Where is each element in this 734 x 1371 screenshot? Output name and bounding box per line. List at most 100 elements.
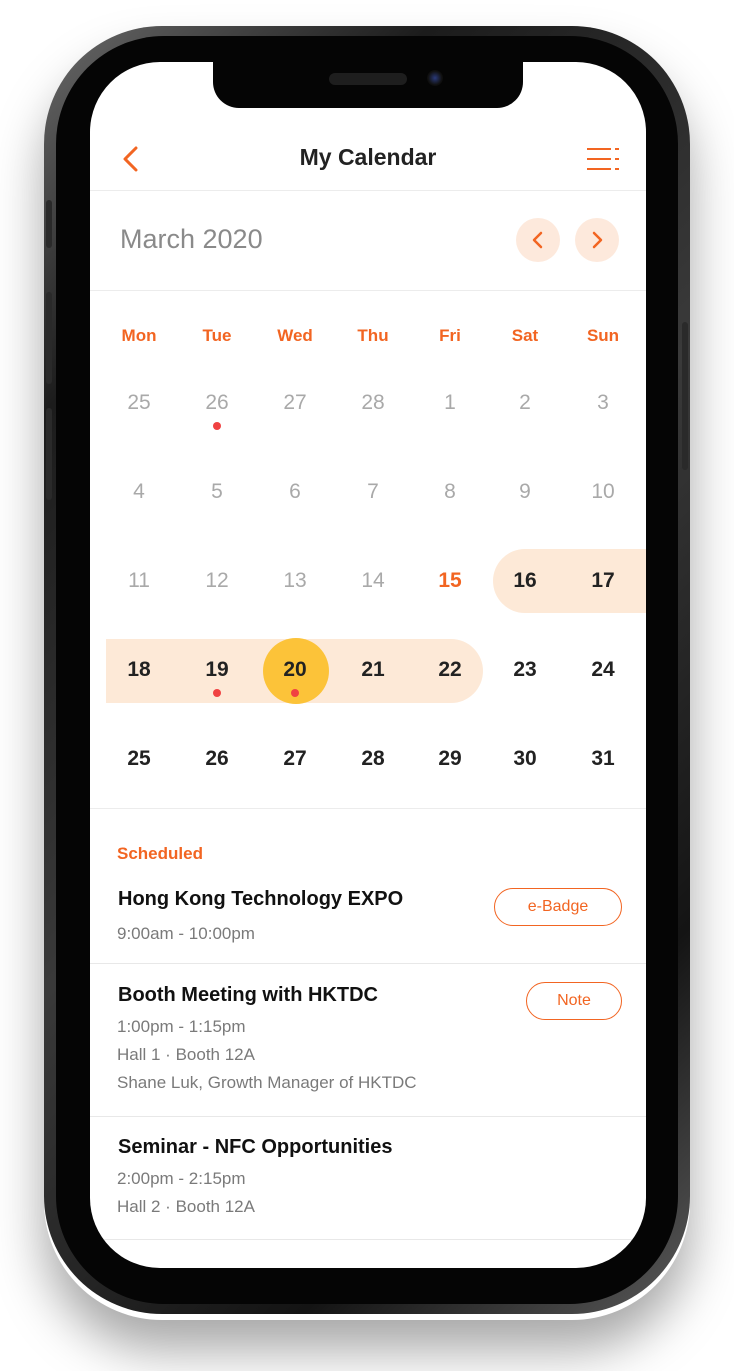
calendar-day[interactable]: 25	[111, 374, 167, 434]
volume-up-button	[46, 292, 52, 384]
day-number: 25	[127, 747, 151, 770]
speaker-grille	[329, 73, 407, 85]
calendar-day-selected[interactable]: 22	[422, 641, 478, 701]
event-separator	[90, 963, 646, 964]
day-number: 28	[361, 747, 385, 770]
day-number: 14	[361, 569, 385, 592]
volume-down-button	[46, 408, 52, 500]
weekday-label: Wed	[277, 326, 313, 345]
calendar-day[interactable]: 5	[189, 463, 245, 523]
calendar-day[interactable]: 6	[267, 463, 323, 523]
event-separator	[90, 1116, 646, 1117]
event-item[interactable]: Booth Meeting with HKTDC 1:00pm - 1:15pm…	[90, 974, 646, 1116]
day-number: 25	[127, 391, 151, 414]
calendar-day[interactable]: 24	[575, 641, 631, 701]
month-navigation: March 2020	[90, 192, 646, 291]
calendar-day[interactable]: 26	[189, 374, 245, 434]
event-dot	[213, 689, 221, 697]
day-number: 29	[438, 747, 462, 770]
month-label: March 2020	[120, 224, 263, 254]
day-number: 6	[289, 480, 301, 503]
list-menu-icon[interactable]	[586, 146, 620, 172]
app-screen: My Calendar March 2020 Mon Tue Wed Thu F…	[90, 62, 646, 1268]
note-button[interactable]: Note	[526, 982, 622, 1020]
event-location: Hall 2 · Booth 12A	[117, 1197, 255, 1216]
day-number: 21	[361, 658, 385, 681]
front-camera	[427, 70, 443, 86]
day-number: 26	[205, 747, 229, 770]
day-number: 19	[205, 658, 229, 681]
calendar-day[interactable]: 29	[422, 730, 478, 790]
event-title: Hong Kong Technology EXPO	[118, 888, 404, 910]
day-number: 15	[438, 569, 462, 592]
notch	[213, 62, 523, 108]
calendar-day[interactable]: 25	[111, 730, 167, 790]
calendar-day[interactable]: 8	[422, 463, 478, 523]
day-number: 9	[519, 480, 531, 503]
top-bar: My Calendar	[90, 132, 646, 191]
calendar-day[interactable]: 1	[422, 374, 478, 434]
calendar-day[interactable]: 2	[497, 374, 553, 434]
day-number: 26	[205, 391, 229, 414]
mute-switch	[46, 200, 52, 248]
calendar-day-selected[interactable]: 21	[345, 641, 401, 701]
event-title: Seminar - NFC Opportunities	[118, 1136, 393, 1158]
calendar-day-selected[interactable]: 19	[189, 641, 245, 701]
calendar-day[interactable]: 26	[189, 730, 245, 790]
event-location: Hall 1 · Booth 12A	[117, 1045, 255, 1064]
next-month-button[interactable]	[575, 218, 619, 262]
calendar-day[interactable]: 12	[189, 552, 245, 612]
day-number: 2	[519, 391, 531, 414]
calendar-day[interactable]: 23	[497, 641, 553, 701]
previous-month-button[interactable]	[516, 218, 560, 262]
calendar-day-today[interactable]: 20	[267, 641, 323, 701]
day-number: 27	[283, 747, 307, 770]
calendar-day[interactable]: 28	[345, 374, 401, 434]
calendar-day[interactable]: 28	[345, 730, 401, 790]
weekday-label: Tue	[202, 326, 232, 345]
e-badge-button[interactable]: e-Badge	[494, 888, 622, 926]
day-number: 7	[367, 480, 379, 503]
event-time: 9:00am - 10:00pm	[117, 924, 255, 943]
event-title: Booth Meeting with HKTDC	[118, 984, 378, 1006]
day-number: 22	[438, 658, 462, 681]
calendar-day-highlighted[interactable]: 15	[422, 552, 478, 612]
weekday-label: Thu	[357, 326, 389, 345]
weekday-label: Fri	[439, 326, 461, 345]
calendar-day[interactable]: 27	[267, 730, 323, 790]
event-time: 1:00pm - 1:15pm	[117, 1017, 246, 1036]
event-dot	[291, 689, 299, 697]
weekday-label: Sun	[586, 326, 620, 345]
day-number: 5	[211, 480, 223, 503]
calendar-day[interactable]: 31	[575, 730, 631, 790]
calendar-day-selected[interactable]: 18	[111, 641, 167, 701]
calendar-day[interactable]: 7	[345, 463, 401, 523]
calendar-day-selected[interactable]: 16	[497, 552, 553, 612]
calendar-day[interactable]: 9	[497, 463, 553, 523]
calendar-day[interactable]: 13	[267, 552, 323, 612]
event-separator	[90, 1239, 646, 1240]
page-title: My Calendar	[299, 144, 437, 170]
calendar-day[interactable]: 4	[111, 463, 167, 523]
calendar-day[interactable]: 27	[267, 374, 323, 434]
day-number: 18	[127, 658, 151, 681]
calendar-day[interactable]: 30	[497, 730, 553, 790]
event-dot	[213, 422, 221, 430]
day-number: 17	[591, 569, 615, 592]
event-time: 2:00pm - 2:15pm	[117, 1169, 246, 1188]
event-item[interactable]: Hong Kong Technology EXPO 9:00am - 10:00…	[90, 882, 646, 964]
calendar-day[interactable]: 11	[111, 552, 167, 612]
day-number: 23	[513, 658, 537, 681]
day-number: 24	[591, 658, 615, 681]
calendar-day[interactable]: 10	[575, 463, 631, 523]
day-number: 4	[133, 480, 145, 503]
calendar-day-selected[interactable]: 17	[575, 552, 631, 612]
weekday-label: Mon	[121, 326, 157, 345]
power-button	[682, 322, 688, 470]
day-number: 8	[444, 480, 456, 503]
calendar-day[interactable]: 14	[345, 552, 401, 612]
divider	[90, 808, 646, 809]
calendar-day[interactable]: 3	[575, 374, 631, 434]
event-item[interactable]: Seminar - NFC Opportunities 2:00pm - 2:1…	[90, 1126, 646, 1238]
day-number: 27	[283, 391, 307, 414]
